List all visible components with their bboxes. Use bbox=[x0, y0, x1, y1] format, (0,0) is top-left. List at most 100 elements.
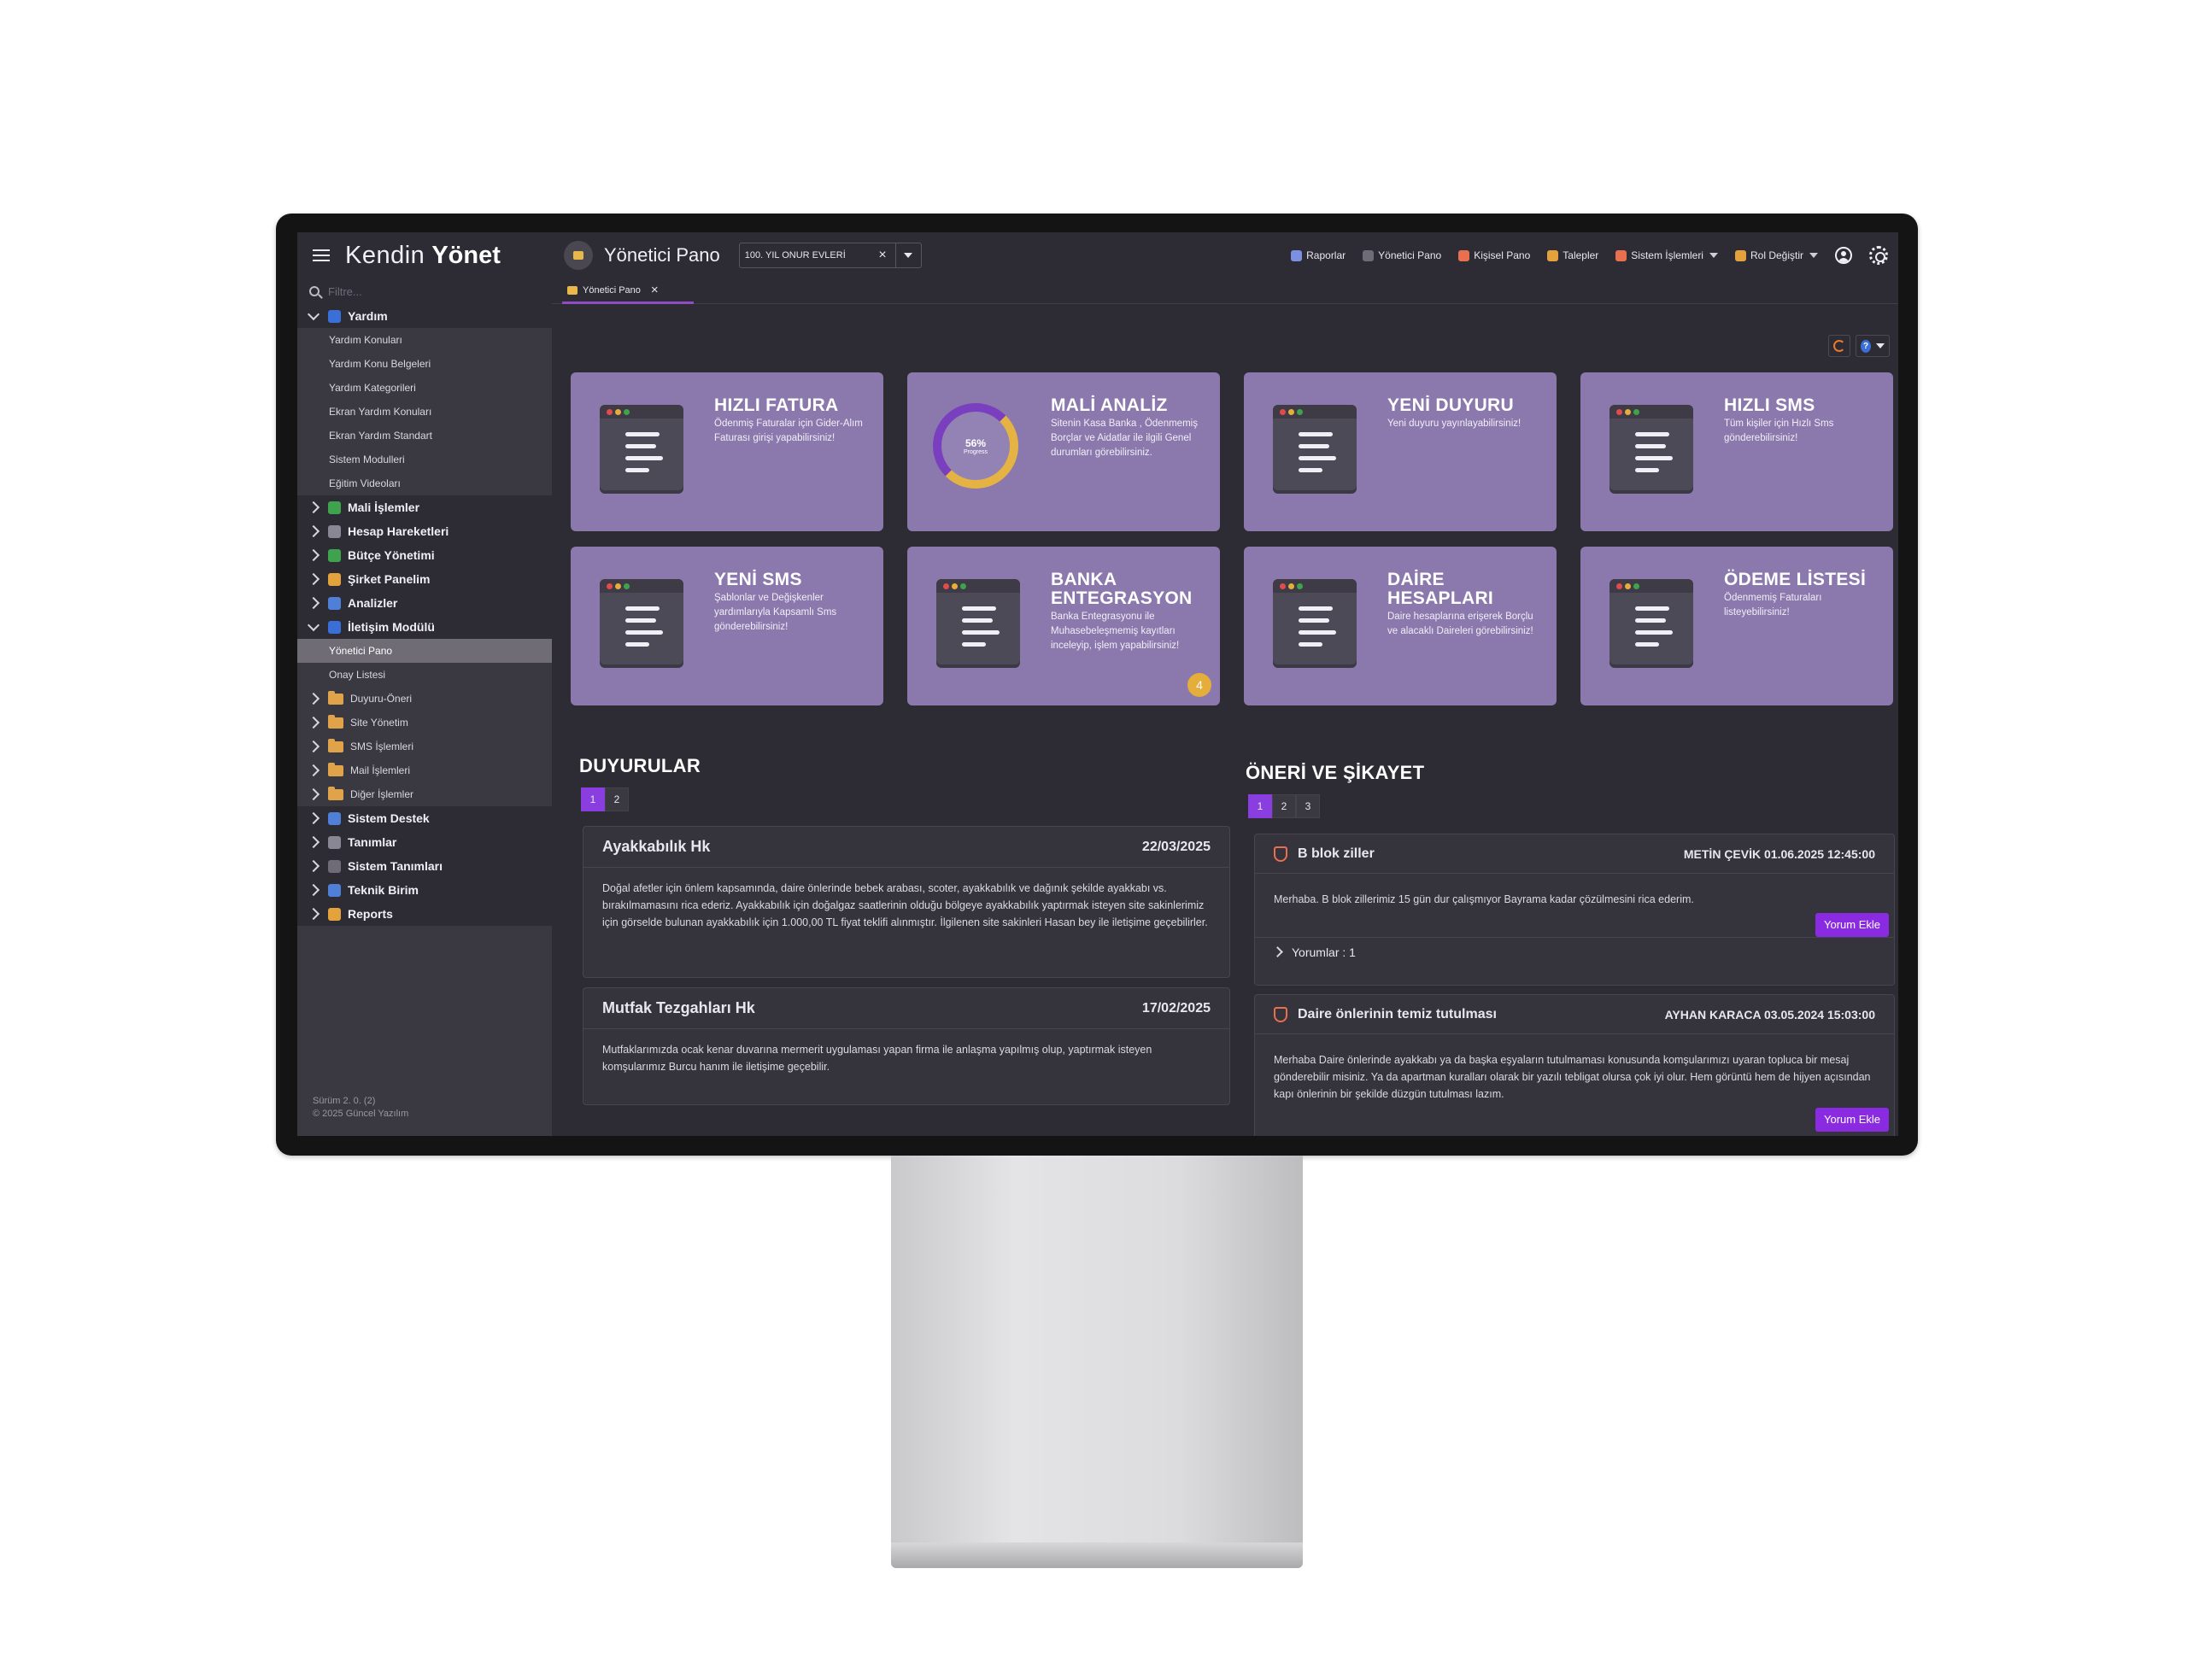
sidebar-sub-item[interactable]: Yardım Konu Belgeleri bbox=[297, 352, 552, 376]
menu-icon bbox=[328, 309, 341, 323]
complaint-card: B blok ziller METİN ÇEVİK 01.06.2025 12:4… bbox=[1254, 834, 1895, 986]
sidebar-item[interactable]: Mali İşlemler bbox=[297, 495, 552, 519]
window-dot bbox=[1288, 583, 1294, 589]
quick-card[interactable]: YENİ DUYURU Yeni duyuru yayınlayabilirsin… bbox=[1244, 372, 1557, 531]
page-button[interactable]: 3 bbox=[1296, 794, 1320, 818]
hamburger-menu-icon[interactable] bbox=[313, 249, 330, 261]
sidebar-item-label: Site Yönetim bbox=[350, 717, 408, 729]
sidebar-item-label: Yardım Konuları bbox=[329, 334, 402, 346]
site-select[interactable]: 100. YIL ONUR EVLERİ × bbox=[738, 243, 922, 268]
user-icon[interactable] bbox=[1835, 247, 1852, 264]
illustration-line bbox=[1635, 618, 1666, 623]
window-dot bbox=[1616, 583, 1622, 589]
nav-icon bbox=[1547, 249, 1559, 261]
announcement-body: Mutfaklarımızda ocak kenar duvarına merm… bbox=[602, 1044, 1152, 1073]
comments-toggle[interactable]: Yorumlar : 1 bbox=[1255, 937, 1894, 966]
sidebar-item-label: Ekran Yardım Standart bbox=[329, 430, 432, 442]
menu-icon bbox=[328, 500, 341, 514]
refresh-icon bbox=[1833, 340, 1845, 352]
sidebar-item-label: Onay Listesi bbox=[329, 669, 386, 681]
help-dropdown-button[interactable]: ? bbox=[1856, 335, 1890, 357]
sidebar-item-label: Bütçe Yönetimi bbox=[348, 548, 435, 562]
quick-card[interactable]: YENİ SMS Şablonlar ve Değişkenler yardıml… bbox=[571, 547, 883, 705]
page-title: Yönetici Pano bbox=[604, 244, 720, 266]
menu-icon bbox=[328, 883, 341, 897]
quick-card[interactable]: ÖDEME LİSTESİ Ödenmemiş Faturaları listey… bbox=[1580, 547, 1893, 705]
sidebar-item[interactable]: Teknik Birim bbox=[297, 878, 552, 902]
sidebar-filter[interactable]: Filtre... bbox=[297, 278, 552, 304]
sidebar-folder-item[interactable]: Site Yönetim bbox=[297, 711, 552, 735]
thumbs-down-icon bbox=[1274, 846, 1287, 862]
add-comment-button[interactable]: Yorum Ekle bbox=[1815, 1108, 1889, 1132]
sidebar-folder-item[interactable]: Mail İşlemleri bbox=[297, 758, 552, 782]
nav-icon bbox=[1291, 249, 1303, 261]
sidebar-item[interactable]: Yardım bbox=[297, 304, 552, 328]
add-comment-button[interactable]: Yorum Ekle bbox=[1815, 913, 1889, 937]
sidebar-folder-item[interactable]: Duyuru-Öneri bbox=[297, 687, 552, 711]
quick-card[interactable]: HIZLI FATURA Ödenmiş Faturalar için Gider… bbox=[571, 372, 883, 531]
ring-label: Progress bbox=[963, 448, 988, 455]
top-nav-item[interactable]: Rol Değiştir bbox=[1734, 249, 1818, 261]
sidebar-sub-item[interactable]: Yönetici Pano bbox=[297, 639, 552, 663]
top-nav-item[interactable]: Yönetici Pano bbox=[1363, 249, 1441, 261]
sidebar-item-label: Yardım bbox=[348, 309, 388, 323]
sidebar: Kendin Yönet Filtre... Yardım Yardım Konu… bbox=[297, 232, 552, 1136]
sidebar-item-label: Reports bbox=[348, 907, 393, 921]
chevron-down-icon[interactable] bbox=[894, 243, 921, 267]
top-nav-item[interactable]: Sistem İşlemleri bbox=[1615, 249, 1718, 261]
sidebar-item[interactable]: Reports bbox=[297, 902, 552, 926]
clear-icon[interactable]: × bbox=[878, 248, 886, 263]
page-button[interactable]: 2 bbox=[605, 787, 629, 811]
sidebar-item[interactable]: Hesap Hareketleri bbox=[297, 519, 552, 543]
quick-card[interactable]: DAİRE HESAPLARI Daire hesaplarına erişere… bbox=[1244, 547, 1557, 705]
complaint-title: Daire önlerinin temiz tutulması bbox=[1298, 1006, 1497, 1021]
bank-sync-icon bbox=[936, 579, 1020, 664]
quick-card[interactable]: HIZLI SMS Tüm kişiler için Hızlı Sms gönd… bbox=[1580, 372, 1893, 531]
sidebar-item-label: Mali İşlemler bbox=[348, 500, 420, 514]
menu-icon bbox=[328, 835, 341, 849]
close-icon[interactable]: × bbox=[651, 283, 659, 297]
page-button[interactable]: 2 bbox=[1272, 794, 1296, 818]
sidebar-item[interactable]: Tanımlar bbox=[297, 830, 552, 854]
gear-icon[interactable] bbox=[1869, 246, 1888, 265]
sidebar-item[interactable]: Sistem Tanımları bbox=[297, 854, 552, 878]
chevron-right-icon bbox=[307, 811, 320, 825]
page-button[interactable]: 1 bbox=[1248, 794, 1272, 818]
sidebar-item[interactable]: Şirket Panelim bbox=[297, 567, 552, 591]
sidebar-folder-item[interactable]: Diğer İşlemler bbox=[297, 782, 552, 806]
sidebar-sub-item[interactable]: Yardım Kategorileri bbox=[297, 376, 552, 400]
illustration-line bbox=[625, 468, 649, 472]
top-nav-label: Raporlar bbox=[1306, 249, 1346, 261]
sidebar-sub-item[interactable]: Eğitim Videoları bbox=[297, 471, 552, 495]
top-nav-item[interactable]: Talepler bbox=[1547, 249, 1598, 261]
top-nav-item[interactable]: Raporlar bbox=[1291, 249, 1346, 261]
page-button[interactable]: 1 bbox=[581, 787, 605, 811]
sidebar-sub-item[interactable]: Sistem Modulleri bbox=[297, 448, 552, 471]
announcement-title: Ayakkabılık Hk bbox=[602, 838, 711, 855]
illustration-line bbox=[625, 456, 663, 460]
sidebar-item[interactable]: Bütçe Yönetimi bbox=[297, 543, 552, 567]
sidebar-sub-item[interactable]: Ekran Yardım Konuları bbox=[297, 400, 552, 424]
top-nav-item[interactable]: Kişisel Pano bbox=[1458, 249, 1530, 261]
sidebar-item[interactable]: Sistem Destek bbox=[297, 806, 552, 830]
tab-yonetici-pano[interactable]: Yönetici Pano × bbox=[562, 278, 694, 304]
sidebar-item[interactable]: İletişim Modülü bbox=[297, 615, 552, 639]
chevron-right-icon bbox=[307, 907, 320, 921]
sidebar-sub-item[interactable]: Yardım Konuları bbox=[297, 328, 552, 352]
checklist-icon bbox=[1609, 405, 1693, 490]
sidebar-sub-item[interactable]: Onay Listesi bbox=[297, 663, 552, 687]
chevron-right-icon bbox=[307, 716, 320, 729]
refresh-button[interactable] bbox=[1828, 335, 1850, 357]
sidebar-sub-item[interactable]: Ekran Yardım Standart bbox=[297, 424, 552, 448]
illustration-line bbox=[1635, 456, 1673, 460]
quick-card[interactable]: 56% Progress MALİ ANALİZ Sitenin Kasa Banka… bbox=[907, 372, 1220, 531]
sidebar-folder-item[interactable]: SMS İşlemleri bbox=[297, 735, 552, 758]
card-title: DAİRE HESAPLARI bbox=[1387, 570, 1494, 608]
complaint-title: B blok ziller bbox=[1298, 846, 1375, 861]
card-title: ÖDEME LİSTESİ bbox=[1724, 570, 1867, 589]
sidebar-item-label: Sistem Destek bbox=[348, 811, 430, 825]
quick-card[interactable]: BANKA ENTEGRASYON Banka Entegrasyonu ile … bbox=[907, 547, 1220, 705]
sidebar-item[interactable]: Analizler bbox=[297, 591, 552, 615]
sum-sheet-icon bbox=[1273, 579, 1357, 664]
sidebar-item-label: Sistem Modulleri bbox=[329, 454, 405, 465]
